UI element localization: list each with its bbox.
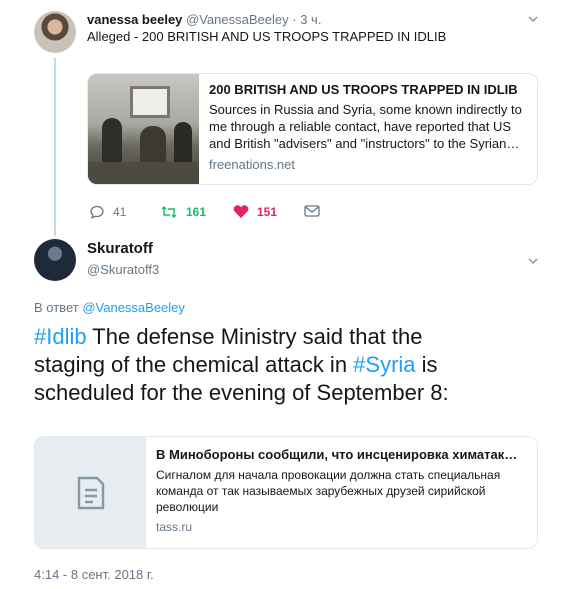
- retweet-icon: [161, 206, 177, 218]
- card-description-line: and British "advisers" and "instructors"…: [209, 136, 520, 151]
- card-thumbnail: [35, 437, 146, 548]
- card-title: 200 BRITISH AND US TROOPS TRAPPED IN IDL…: [209, 82, 518, 97]
- card-domain: tass.ru: [156, 520, 193, 534]
- direct-message-button[interactable]: [304, 204, 320, 218]
- retweet-count: 161: [186, 205, 207, 219]
- heart-icon: [233, 205, 249, 218]
- reply-icon: [90, 205, 104, 220]
- card-description: Sources in Russia and Syria, some known …: [209, 101, 529, 152]
- link-card[interactable]: В Минобороны сообщили, что инсценировка …: [34, 436, 538, 549]
- tweet-text-line: staging of the chemical attack in #Syria…: [34, 351, 544, 379]
- separator-dot: ·: [292, 12, 297, 27]
- avatar[interactable]: [34, 239, 76, 281]
- tweet-text-segment: scheduled for the evening of September 8…: [34, 380, 449, 405]
- author-name[interactable]: Skuratoff: [87, 240, 153, 257]
- like-count: 151: [257, 204, 278, 219]
- tweet-timestamp[interactable]: 4:14 - 8 сент. 2018 г.: [34, 567, 154, 582]
- tweet-text: Alleged - 200 BRITISH AND US TROOPS TRAP…: [87, 29, 447, 44]
- tweet-text-segment: is: [415, 352, 438, 377]
- card-description-line: команда от так называемых зарубежных дру…: [156, 484, 486, 498]
- tweet-time[interactable]: 3 ч.: [300, 12, 321, 27]
- chevron-down-icon[interactable]: [528, 256, 538, 266]
- card-description: Сигналом для начала провокации должна ст…: [156, 467, 528, 515]
- document-icon: [77, 476, 104, 509]
- card-description-line: революции: [156, 500, 219, 514]
- tweet-header: vanessa beeley @VanessaBeeley · 3 ч.: [87, 12, 321, 27]
- author-handle[interactable]: @VanessaBeeley: [186, 12, 289, 27]
- avatar[interactable]: [34, 11, 76, 53]
- like-button[interactable]: 151: [233, 204, 277, 219]
- link-card[interactable]: 200 BRITISH AND US TROOPS TRAPPED IN IDL…: [87, 73, 538, 185]
- reply-context: В ответ @VanessaBeeley: [34, 300, 185, 315]
- chevron-down-icon[interactable]: [528, 14, 538, 24]
- hashtag-link[interactable]: #Idlib: [34, 324, 87, 349]
- tweet-text-segment: staging of the chemical attack in: [34, 352, 354, 377]
- reply-button[interactable]: 41: [89, 204, 126, 220]
- thread-connector-line: [54, 58, 56, 236]
- tweet-text-line: scheduled for the evening of September 8…: [34, 379, 544, 407]
- tweet-text-segment: The defense Ministry said that the: [86, 324, 423, 349]
- card-thumbnail: [88, 74, 199, 184]
- reply-to-handle-link[interactable]: @VanessaBeeley: [82, 300, 185, 315]
- reply-count: 41: [113, 205, 127, 219]
- envelope-icon: [304, 205, 320, 217]
- card-description-line: Сигналом для начала провокации должна ст…: [156, 468, 501, 482]
- card-domain: freenations.net: [209, 157, 296, 172]
- author-name[interactable]: vanessa beeley: [87, 12, 182, 27]
- author-handle[interactable]: @Skuratoff3: [87, 262, 159, 277]
- card-description-line: Sources in Russia and Syria, some known …: [209, 102, 522, 117]
- tweet-text: #Idlib The defense Ministry said that th…: [34, 323, 544, 407]
- reply-prefix: В ответ: [34, 300, 79, 315]
- retweet-button[interactable]: 161: [160, 204, 206, 220]
- tweet-text-line: #Idlib The defense Ministry said that th…: [34, 323, 544, 351]
- card-description-line: me through a reliable contact, have repo…: [209, 119, 512, 134]
- hashtag-link[interactable]: #Syria: [353, 352, 415, 377]
- card-title: В Минобороны сообщили, что инсценировка …: [156, 447, 518, 462]
